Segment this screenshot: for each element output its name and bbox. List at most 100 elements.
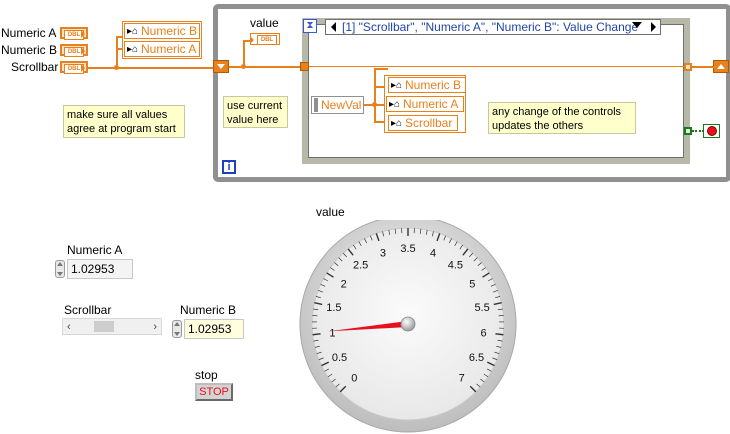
scrollbar-terminal[interactable]: DBL bbox=[60, 61, 88, 74]
shift-register-left[interactable] bbox=[213, 60, 229, 73]
event-input-tunnel bbox=[300, 62, 309, 71]
dropdown-arrow-icon[interactable] bbox=[632, 22, 642, 28]
numeric-b-value[interactable]: 1.02953 bbox=[184, 319, 244, 339]
gauge-tick-label: 1 bbox=[329, 328, 335, 340]
next-case-icon[interactable] bbox=[651, 22, 656, 32]
wire bbox=[229, 66, 301, 68]
wire bbox=[243, 40, 251, 42]
input-arrow-icon bbox=[251, 37, 254, 43]
numeric-b-terminal[interactable]: DBL bbox=[60, 44, 88, 57]
wire bbox=[88, 67, 216, 69]
gauge-label: value bbox=[316, 205, 345, 219]
dbl-tag: DBL bbox=[257, 35, 277, 45]
local-variable-label: Numeric A bbox=[141, 42, 197, 56]
shift-register-right[interactable] bbox=[713, 60, 729, 73]
comment-line: make sure all values bbox=[67, 109, 168, 121]
stop-sign-icon bbox=[707, 126, 717, 136]
gauge-tick-label: 4 bbox=[430, 247, 436, 259]
comment-line: updates the others bbox=[492, 120, 584, 132]
numeric-b-control[interactable]: 1.02953 bbox=[172, 319, 254, 339]
event-selector[interactable]: [1] "Scrollbar", "Numeric A", "Numeric B… bbox=[325, 19, 661, 35]
gauge-tick-label: 0.5 bbox=[332, 352, 347, 364]
output-arrow-icon bbox=[81, 47, 85, 55]
house-icon: ▸⌂ bbox=[389, 99, 401, 110]
local-variable-numeric-b[interactable]: ▸⌂ Numeric B bbox=[124, 23, 200, 39]
wire bbox=[116, 36, 118, 68]
boolean-tunnel bbox=[684, 127, 692, 135]
increment-decrement-icon[interactable] bbox=[172, 320, 182, 338]
stop-button[interactable]: STOP bbox=[195, 383, 233, 401]
local-variable-numeric-b[interactable]: ▸⌂ Numeric B bbox=[388, 77, 466, 93]
local-variable-label: Numeric B bbox=[141, 24, 198, 38]
previous-case-icon[interactable] bbox=[331, 22, 336, 32]
numeric-b-terminal-label: Numeric B bbox=[1, 43, 58, 57]
gauge-tick-label: 5.5 bbox=[474, 302, 489, 314]
chevron-right-icon[interactable]: › bbox=[153, 321, 157, 333]
scrollbar-terminal-label: Scrollbar bbox=[11, 60, 59, 74]
newval-node[interactable]: NewVal bbox=[311, 96, 364, 114]
comment-any-change: any change of the controls updates the o… bbox=[488, 102, 636, 134]
comment-line: any change of the controls bbox=[492, 106, 622, 118]
gauge-tick-label: 1.5 bbox=[326, 302, 341, 314]
output-arrow-icon bbox=[81, 64, 85, 72]
wire-junction bbox=[114, 65, 119, 70]
numeric-a-terminal-label: Numeric A bbox=[1, 26, 57, 40]
wire bbox=[692, 66, 714, 68]
stop-label: stop bbox=[195, 368, 218, 382]
gauge-tick-label: 6 bbox=[480, 328, 486, 340]
local-variable-scrollbar[interactable]: ▸⌂ Scrollbar bbox=[388, 115, 458, 131]
local-variable-label: Numeric A bbox=[403, 97, 459, 111]
wire-junction bbox=[241, 64, 246, 69]
up-arrow-icon bbox=[717, 64, 725, 69]
value-indicator-label: value bbox=[250, 16, 279, 30]
increment-decrement-icon[interactable] bbox=[55, 260, 65, 278]
numeric-a-control[interactable]: 1.02953 bbox=[55, 259, 135, 279]
wire bbox=[309, 66, 685, 67]
gauge-tick-label: 2.5 bbox=[353, 260, 368, 272]
comment-line: agree at program start bbox=[67, 123, 176, 135]
node-handle bbox=[314, 98, 318, 112]
scrollbar-label: Scrollbar bbox=[64, 303, 112, 317]
gauge-tick-label: 3 bbox=[380, 247, 386, 259]
chevron-left-icon[interactable]: ‹ bbox=[67, 321, 71, 333]
local-variable-numeric-a[interactable]: ▸⌂ Numeric A bbox=[386, 96, 464, 112]
iteration-terminal[interactable]: i bbox=[222, 160, 236, 174]
gauge-hub bbox=[400, 316, 416, 332]
house-icon: ▸⌂ bbox=[391, 80, 403, 91]
gauge-tick-label: 0 bbox=[351, 373, 357, 385]
gauge-tick-label: 5 bbox=[469, 279, 475, 291]
stop-condition-terminal[interactable] bbox=[703, 124, 720, 138]
comment-use-current: use current value here bbox=[223, 96, 288, 128]
local-variable-numeric-a[interactable]: ▸⌂ Numeric A bbox=[124, 41, 200, 57]
output-arrow-icon bbox=[81, 30, 85, 38]
event-case-border bbox=[308, 24, 684, 158]
hourglass-icon: ⧗ bbox=[303, 19, 317, 33]
comment-line: use current bbox=[227, 100, 283, 112]
scrollbar-control[interactable]: ‹ › bbox=[62, 318, 162, 335]
value-gauge[interactable]: 0 0.5 1 1.52 2.5 3 3.5 4 4.5 5 5.5 6 6.5 7 bbox=[298, 220, 518, 434]
gauge-tick-label: 4.5 bbox=[448, 260, 463, 272]
gauge-tick-label: 2 bbox=[341, 279, 347, 291]
value-indicator-terminal[interactable]: DBL bbox=[250, 33, 280, 45]
numeric-a-label: Numeric A bbox=[67, 243, 123, 257]
gauge-major-tick bbox=[312, 333, 321, 336]
newval-label: NewVal bbox=[321, 98, 362, 112]
local-variable-label: Numeric B bbox=[405, 78, 462, 92]
wire bbox=[374, 68, 376, 122]
numeric-a-value[interactable]: 1.02953 bbox=[67, 259, 133, 279]
local-variable-label: Scrollbar bbox=[405, 116, 453, 130]
gauge-tick-label: 6.5 bbox=[469, 352, 484, 364]
wire bbox=[374, 68, 388, 70]
house-icon: ▸⌂ bbox=[391, 118, 403, 129]
event-output-tunnel bbox=[684, 63, 692, 71]
scrollbar-thumb[interactable] bbox=[94, 321, 115, 332]
down-arrow-icon bbox=[217, 64, 225, 69]
event-selector-label: [1] "Scrollbar", "Numeric A", "Numeric B… bbox=[342, 20, 639, 34]
gauge-tick-label: 3.5 bbox=[400, 243, 415, 255]
gauge-tick-label: 7 bbox=[459, 373, 465, 385]
comment-program-start: make sure all values agree at program st… bbox=[63, 105, 185, 138]
numeric-a-terminal[interactable]: DBL bbox=[60, 27, 88, 40]
wire bbox=[243, 40, 245, 67]
numeric-b-label: Numeric B bbox=[180, 303, 237, 317]
wire-junction bbox=[372, 102, 377, 107]
